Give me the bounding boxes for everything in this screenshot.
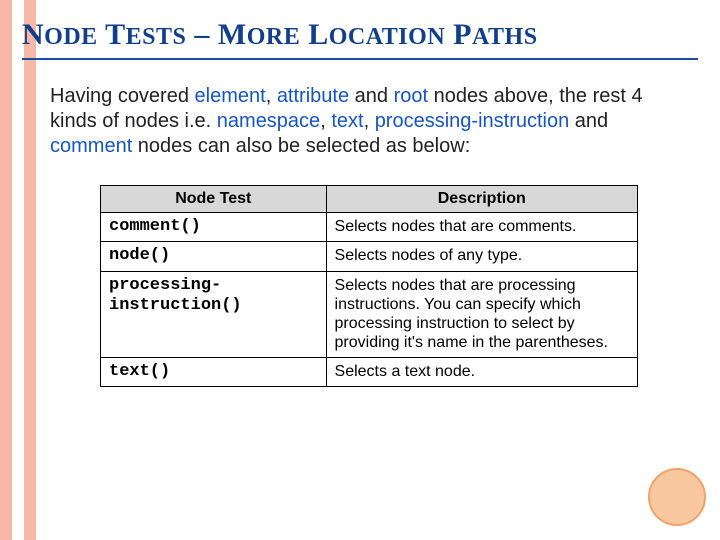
cell-description: Selects a text node. xyxy=(326,357,637,386)
table-row: text() Selects a text node. xyxy=(101,357,638,386)
table-row: node() Selects nodes of any type. xyxy=(101,242,638,271)
page-title: NODE TESTS – MORE LOCATION PATHS xyxy=(22,18,698,60)
table-header-row: Node Test Description xyxy=(101,186,638,213)
cell-description: Selects nodes that are processing instru… xyxy=(326,271,637,357)
cell-description: Selects nodes that are comments. xyxy=(326,213,637,242)
slide-content: NODE TESTS – MORE LOCATION PATHS Having … xyxy=(0,0,720,540)
col-header-node-test: Node Test xyxy=(101,186,327,213)
cell-node-test: comment() xyxy=(101,213,327,242)
cell-node-test: processing-instruction() xyxy=(101,271,327,357)
node-tests-table-wrap: Node Test Description comment() Selects … xyxy=(100,185,638,387)
intro-paragraph: Having covered element, attribute and ro… xyxy=(50,84,668,159)
cell-description: Selects nodes of any type. xyxy=(326,242,637,271)
table-row: comment() Selects nodes that are comment… xyxy=(101,213,638,242)
decorative-circle-icon xyxy=(648,468,706,526)
cell-node-test: text() xyxy=(101,357,327,386)
cell-node-test: node() xyxy=(101,242,327,271)
table-row: processing-instruction() Selects nodes t… xyxy=(101,271,638,357)
col-header-description: Description xyxy=(326,186,637,213)
node-tests-table: Node Test Description comment() Selects … xyxy=(100,185,638,387)
